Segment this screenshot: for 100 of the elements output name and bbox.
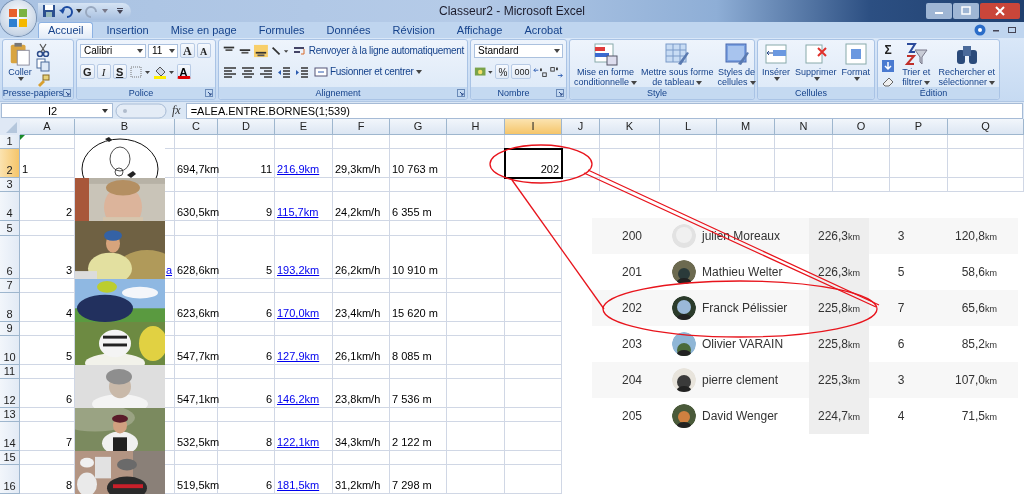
- restore-icon[interactable]: [1006, 24, 1018, 36]
- thousands-button[interactable]: 000: [511, 64, 531, 79]
- column-header[interactable]: B: [75, 119, 175, 135]
- row-header[interactable]: 9: [0, 322, 20, 336]
- row-header[interactable]: 14: [0, 422, 20, 451]
- column-header[interactable]: P: [890, 119, 948, 135]
- ribbon-tab[interactable]: Acrobat: [515, 23, 572, 38]
- help-icon[interactable]: [974, 24, 986, 36]
- column-header[interactable]: C: [175, 119, 218, 135]
- decrease-indent-icon[interactable]: [276, 64, 292, 79]
- bold-button[interactable]: G: [80, 64, 95, 79]
- row-header[interactable]: 5: [0, 221, 20, 236]
- decrease-decimal-icon[interactable]: [548, 64, 563, 79]
- dialog-launcher-icon[interactable]: [63, 89, 71, 97]
- ribbon-tab[interactable]: Insertion: [97, 23, 158, 38]
- dialog-launcher-icon[interactable]: [457, 89, 465, 97]
- row-header[interactable]: 15: [0, 451, 20, 465]
- font-color-button[interactable]: A: [176, 64, 191, 79]
- hyperlink[interactable]: 127,9km: [277, 349, 320, 363]
- ribbon-tab[interactable]: Affichage: [447, 23, 512, 38]
- column-header[interactable]: D: [218, 119, 275, 135]
- row-header[interactable]: 3: [0, 178, 20, 192]
- name-box[interactable]: I2: [1, 103, 113, 118]
- dialog-launcher-icon[interactable]: [205, 89, 213, 97]
- italic-button[interactable]: I: [96, 64, 111, 79]
- row-header[interactable]: 1: [0, 135, 20, 149]
- ribbon-tab[interactable]: Accueil: [38, 22, 94, 38]
- percent-button[interactable]: %: [495, 64, 510, 79]
- ribbon-tab[interactable]: Formules: [249, 23, 314, 38]
- office-button[interactable]: [0, 0, 36, 36]
- merge-center-button[interactable]: Fusionner et centrer: [314, 65, 422, 78]
- autosum-button[interactable]: Σ: [881, 43, 895, 58]
- fill-down-icon[interactable]: [881, 59, 895, 73]
- underline-button[interactable]: S: [112, 64, 127, 79]
- row-header[interactable]: 7: [0, 279, 20, 293]
- align-center-icon[interactable]: [240, 64, 256, 79]
- font-family-dropdown[interactable]: Calibri: [80, 43, 146, 58]
- fill-color-icon[interactable]: [152, 64, 175, 79]
- formula-field[interactable]: =ALEA.ENTRE.BORNES(1;539): [185, 102, 1023, 119]
- column-header[interactable]: J: [562, 119, 600, 135]
- hyperlink[interactable]: 146,2km: [277, 392, 320, 406]
- increase-indent-icon[interactable]: [294, 64, 310, 79]
- scissors-icon[interactable]: [36, 43, 50, 57]
- wrap-text-button[interactable]: Renvoyer à la ligne automatiquement: [292, 44, 464, 57]
- hyperlink[interactable]: a: [165, 263, 172, 277]
- column-header[interactable]: E: [275, 119, 333, 135]
- column-header[interactable]: H: [447, 119, 505, 135]
- row-header[interactable]: 8: [0, 293, 20, 322]
- row-header[interactable]: 10: [0, 336, 20, 365]
- undo-icon[interactable]: [59, 4, 73, 18]
- hyperlink[interactable]: 122,1km: [277, 435, 320, 449]
- cells-button[interactable]: Supprimer: [794, 42, 838, 81]
- grow-font-button[interactable]: A: [180, 43, 195, 58]
- number-format-dropdown[interactable]: Standard: [474, 43, 563, 58]
- column-header[interactable]: K: [600, 119, 660, 135]
- align-left-icon[interactable]: [222, 64, 238, 79]
- editing-button[interactable]: Rechercher et sélectionner: [937, 42, 996, 87]
- copy-icon[interactable]: [36, 58, 50, 72]
- borders-icon[interactable]: [128, 64, 151, 79]
- ribbon-tab[interactable]: Mise en page: [161, 23, 246, 38]
- hyperlink[interactable]: 193,2km: [277, 263, 320, 277]
- align-bottom-icon[interactable]: [253, 43, 268, 58]
- column-header[interactable]: F: [333, 119, 390, 135]
- hyperlink[interactable]: 216,9km: [277, 162, 320, 176]
- caret-icon[interactable]: [76, 9, 82, 13]
- column-header[interactable]: Q: [948, 119, 1024, 135]
- row-header[interactable]: 12: [0, 379, 20, 408]
- dialog-launcher-icon[interactable]: [556, 89, 564, 97]
- save-icon[interactable]: [42, 4, 56, 18]
- ribbon-tab[interactable]: Révision: [383, 23, 444, 38]
- hyperlink[interactable]: 115,7km: [277, 205, 319, 219]
- column-header[interactable]: A: [20, 119, 75, 135]
- row-header[interactable]: 2: [0, 149, 20, 178]
- customize-icon[interactable]: [117, 8, 123, 14]
- cells-button[interactable]: Format: [840, 42, 871, 81]
- style-button[interactable]: Mettre sous forme de tableau: [640, 42, 715, 87]
- editing-button[interactable]: Trier et filtrer: [901, 42, 932, 87]
- cells-button[interactable]: Insérer: [761, 42, 791, 81]
- column-header[interactable]: O: [833, 119, 890, 135]
- paste-button[interactable]: Coller: [6, 42, 34, 81]
- ribbon-tab[interactable]: Données: [317, 23, 380, 38]
- close-button[interactable]: [980, 3, 1020, 19]
- column-header[interactable]: G: [390, 119, 447, 135]
- hyperlink[interactable]: 181,5km: [277, 478, 320, 492]
- shrink-font-button[interactable]: A: [196, 43, 211, 58]
- column-header[interactable]: I: [505, 119, 562, 135]
- font-size-dropdown[interactable]: 11: [148, 43, 178, 58]
- row-header[interactable]: 6: [0, 236, 20, 279]
- style-button[interactable]: Mise en forme conditionnelle: [573, 42, 639, 87]
- row-header[interactable]: 11: [0, 365, 20, 379]
- column-header[interactable]: L: [660, 119, 717, 135]
- insert-function-button[interactable]: fx: [169, 103, 184, 118]
- column-header[interactable]: M: [717, 119, 775, 135]
- row-header[interactable]: 4: [0, 192, 20, 221]
- hyperlink[interactable]: 170,0km: [277, 306, 320, 320]
- row-header[interactable]: 13: [0, 408, 20, 422]
- style-button[interactable]: Styles de cellules: [716, 42, 757, 87]
- align-right-icon[interactable]: [258, 64, 274, 79]
- column-header[interactable]: N: [775, 119, 833, 135]
- row-header[interactable]: 16: [0, 465, 20, 494]
